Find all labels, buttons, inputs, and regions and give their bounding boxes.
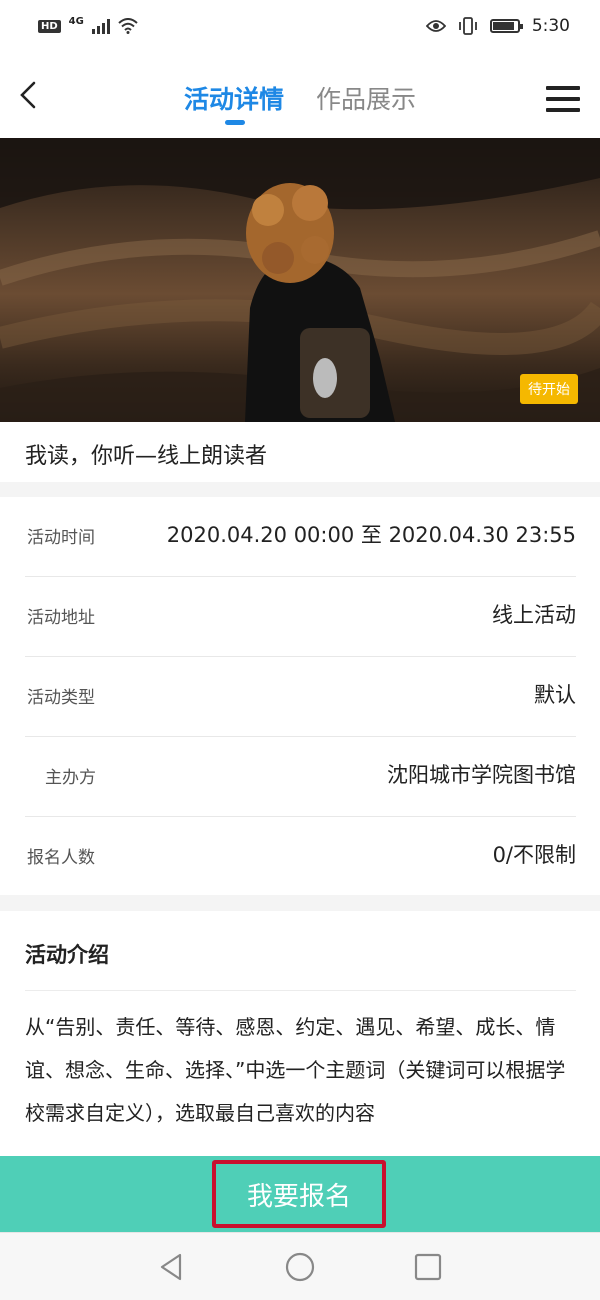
clock: 5:30 — [531, 16, 570, 36]
info-row-time: 活动时间 2020.04.20 00:00 至 2020.04.30 23:55 — [25, 497, 576, 577]
activity-intro: 活动介绍 从“告别、责任、等待、感恩、约定、遇见、希望、成长、情谊、想念、生命、… — [0, 911, 600, 1156]
tab-activity-details[interactable]: 活动详情 — [184, 80, 284, 116]
hd-icon: HD — [38, 19, 61, 33]
info-value: 线上活动 — [492, 603, 576, 627]
intro-body: 从“告别、责任、等待、感恩、约定、遇见、希望、成长、情谊、想念、生命、选择、”中… — [25, 1015, 566, 1125]
status-bar: HD 4G 5:30 — [0, 0, 600, 52]
divider — [25, 990, 576, 991]
signup-button[interactable]: 我要报名 — [212, 1160, 386, 1228]
activity-title-card: 我读，你听—线上朗读者 — [0, 422, 600, 482]
info-value: 沈阳城市学院图书馆 — [387, 763, 576, 787]
hamburger-menu-icon[interactable] — [546, 86, 580, 112]
header: 活动详情 作品展示 — [0, 52, 600, 138]
chevron-left-icon[interactable] — [14, 80, 44, 110]
status-left: HD 4G — [38, 15, 138, 34]
battery-icon — [489, 19, 523, 33]
wifi-icon — [118, 18, 138, 34]
back-triangle-icon[interactable] — [156, 1251, 188, 1283]
activity-title: 我读，你听—线上朗读者 — [25, 444, 268, 469]
status-badge: 待开始 — [520, 374, 578, 404]
activity-info-list: 活动时间 2020.04.20 00:00 至 2020.04.30 23:55… — [0, 497, 600, 895]
status-right: 5:30 — [425, 16, 570, 36]
info-row-organizer: 主办方 沈阳城市学院图书馆 — [25, 737, 576, 817]
info-value: 默认 — [534, 683, 576, 707]
signal-icon — [91, 18, 110, 34]
eye-icon — [425, 20, 446, 32]
info-label: 活动时间 — [27, 528, 95, 548]
info-label: 主办方 — [45, 768, 96, 788]
hero-image: 待开始 — [0, 138, 600, 422]
active-tab-indicator — [225, 120, 245, 125]
home-circle-icon[interactable] — [284, 1251, 316, 1283]
info-label: 活动类型 — [27, 688, 95, 708]
info-label: 报名人数 — [27, 848, 95, 868]
info-row-address: 活动地址 线上活动 — [25, 577, 576, 657]
intro-title: 活动介绍 — [25, 943, 109, 967]
info-value: 2020.04.20 00:00 至 2020.04.30 23:55 — [166, 523, 576, 547]
vibrate-icon — [458, 17, 477, 35]
info-row-signups: 报名人数 0/不限制 — [25, 817, 576, 897]
info-value: 0/不限制 — [492, 843, 576, 867]
recents-square-icon[interactable] — [412, 1251, 444, 1283]
hero-illustration — [0, 138, 600, 422]
network-type-label: 4G — [68, 15, 84, 27]
info-label: 活动地址 — [27, 608, 95, 628]
system-nav-bar — [0, 1232, 600, 1300]
tab-works-showcase[interactable]: 作品展示 — [316, 80, 416, 116]
info-row-type: 活动类型 默认 — [25, 657, 576, 737]
signup-bar[interactable]: 我要报名 — [0, 1156, 600, 1232]
